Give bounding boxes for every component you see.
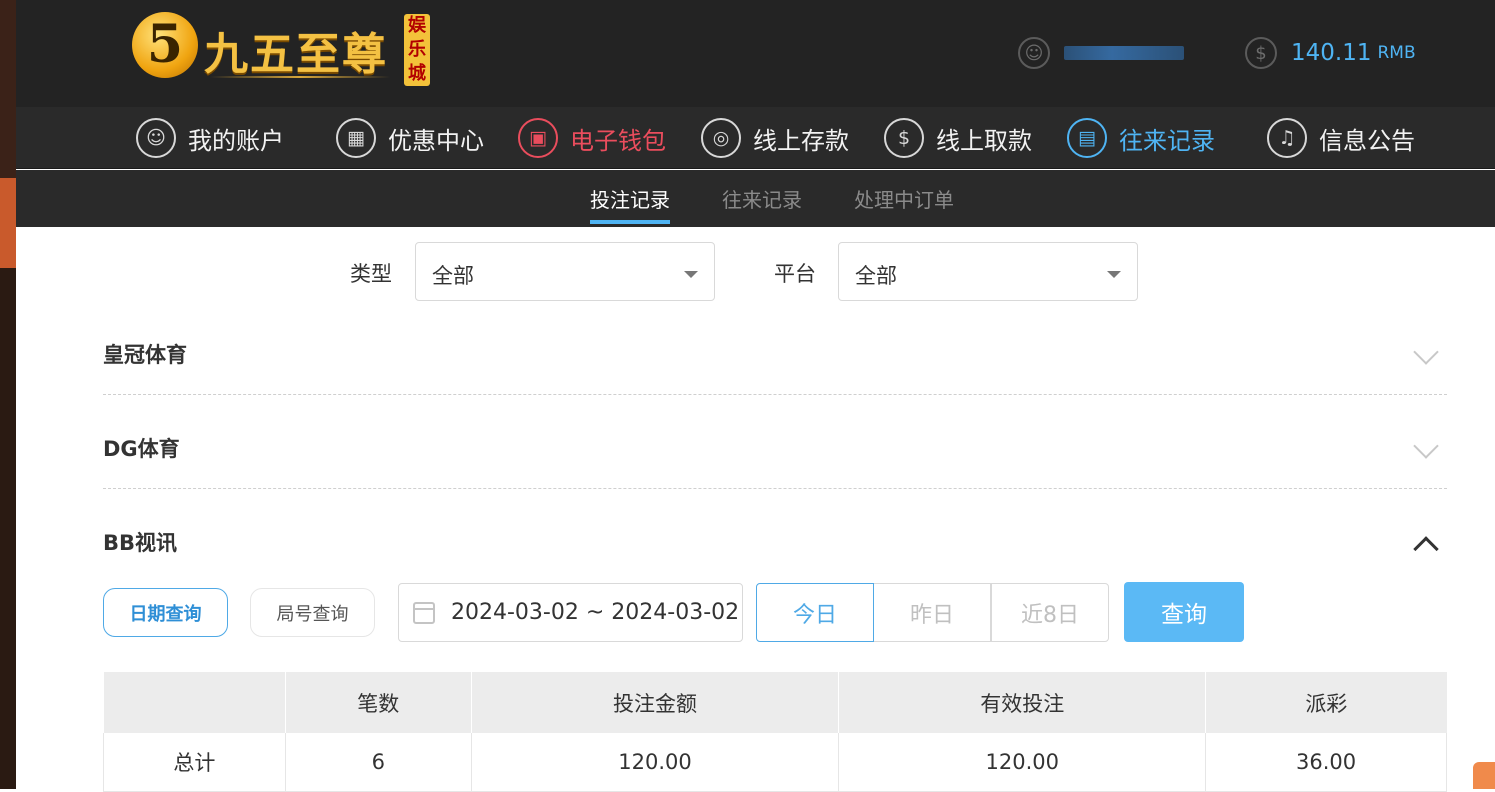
dollar-icon: $ [1245, 37, 1277, 69]
brand-logo[interactable]: 5 九五至尊 娱乐城 [132, 10, 432, 90]
query-by-date-button[interactable]: 日期查询 [103, 588, 228, 637]
balance-info: $ 140.11 RMB [1245, 35, 1416, 71]
accordion-bb-video[interactable]: BB视讯 [103, 489, 1447, 583]
nav-announcements[interactable]: ♫ 信息公告 [1267, 116, 1415, 160]
table-header-row: 笔数 投注金额 有效投注 派彩 [103, 672, 1447, 733]
nav-label: 电子钱包 [570, 126, 666, 155]
query-submit-button[interactable]: 查询 [1124, 582, 1244, 642]
sub-nav: 投注记录 往来记录 处理中订单 [16, 170, 1495, 227]
today-button[interactable]: 今日 [756, 583, 874, 642]
caret-down-icon [1107, 271, 1121, 278]
user-icon: ☺ [1018, 37, 1050, 69]
nav-label: 往来记录 [1119, 126, 1215, 155]
tab-bet-records[interactable]: 投注记录 [590, 184, 670, 224]
table-row: 总计 6 120.00 120.00 36.00 [103, 733, 1447, 792]
floating-widget[interactable] [1473, 762, 1495, 789]
nav-label: 线上取款 [936, 126, 1032, 155]
table-cell: 36.00 [1205, 733, 1447, 792]
chevron-down-icon[interactable] [1413, 433, 1439, 459]
accordion-crown-sports[interactable]: 皇冠体育 [103, 301, 1447, 395]
query-by-round-button[interactable]: 局号查询 [250, 588, 375, 637]
wallet-icon: ▣ [518, 118, 558, 158]
type-select-value: 全部 [432, 264, 474, 288]
column-header: 投注金额 [471, 672, 840, 733]
bell-icon: ♫ [1267, 118, 1307, 158]
column-header: 派彩 [1205, 672, 1447, 733]
nav-label: 信息公告 [1319, 126, 1415, 155]
brand-badge: 娱乐城 [404, 14, 430, 86]
nav-deposit[interactable]: ◎ 线上存款 [701, 116, 849, 160]
nav-my-account[interactable]: ☺ 我的账户 [136, 116, 284, 160]
accordion-title: 皇冠体育 [103, 343, 187, 367]
table-cell: 120.00 [838, 733, 1207, 792]
username-blurred [1064, 46, 1184, 60]
nav-withdraw[interactable]: $ 线上取款 [884, 116, 1032, 160]
accordion-title: DG体育 [103, 437, 180, 461]
column-header: 有效投注 [838, 672, 1207, 733]
left-window-edge [0, 0, 16, 789]
brand-name: 九五至尊 [204, 29, 388, 80]
top-bar: 5 九五至尊 娱乐城 ☺ $ 140.11 RMB [16, 0, 1495, 107]
nav-label: 我的账户 [188, 126, 284, 155]
user-icon: ☺ [136, 118, 176, 158]
column-header: 笔数 [285, 672, 472, 733]
logo-divider [210, 76, 390, 78]
column-header [103, 672, 286, 733]
nav-e-wallet[interactable]: ▣ 电子钱包 [518, 116, 666, 160]
nav-records[interactable]: ▤ 往来记录 [1067, 116, 1215, 160]
platform-label: 平台 [774, 262, 816, 286]
logo-emblem: 5 [132, 12, 198, 78]
calendar-icon [413, 602, 435, 624]
chevron-up-icon[interactable] [1413, 536, 1439, 562]
accordion-title: BB视讯 [103, 531, 178, 555]
tab-pending-orders[interactable]: 处理中订单 [854, 184, 954, 213]
summary-table: 笔数 投注金额 有效投注 派彩 总计 6 120.00 120.00 36.00 [103, 672, 1447, 792]
yesterday-button[interactable]: 昨日 [873, 583, 991, 642]
balance-amount: 140.11 [1291, 40, 1372, 66]
nav-promotions[interactable]: ▦ 优惠中心 [336, 116, 484, 160]
platform-select-value: 全部 [855, 264, 897, 288]
main-nav: ☺ 我的账户 ▦ 优惠中心 ▣ 电子钱包 ◎ 线上存款 $ 线上取款 ▤ 往来记… [16, 107, 1495, 169]
withdraw-icon: $ [884, 118, 924, 158]
accordion-dg-sports[interactable]: DG体育 [103, 395, 1447, 489]
type-label: 类型 [350, 262, 392, 286]
date-range-picker[interactable]: 2024-03-02 ~ 2024-03-02 [398, 583, 743, 642]
tab-transaction-records[interactable]: 往来记录 [722, 184, 802, 213]
caret-down-icon [684, 271, 698, 278]
active-tab-indicator [590, 220, 670, 224]
records-icon: ▤ [1067, 118, 1107, 158]
type-select[interactable]: 全部 [415, 242, 715, 301]
page: 5 九五至尊 娱乐城 ☺ $ 140.11 RMB ☺ 我的账户 ▦ 优惠中心 … [16, 0, 1495, 792]
nav-label: 线上存款 [753, 126, 849, 155]
date-range-value: 2024-03-02 ~ 2024-03-02 [451, 600, 740, 625]
table-cell: 120.00 [471, 733, 840, 792]
table-cell: 总计 [103, 733, 286, 792]
last-8-days-button[interactable]: 近8日 [991, 583, 1109, 642]
chevron-down-icon[interactable] [1413, 339, 1439, 365]
platform-select[interactable]: 全部 [838, 242, 1138, 301]
user-info[interactable]: ☺ [1018, 35, 1184, 71]
gift-icon: ▦ [336, 118, 376, 158]
table-cell: 6 [285, 733, 472, 792]
deposit-icon: ◎ [701, 118, 741, 158]
nav-label: 优惠中心 [388, 126, 484, 155]
balance-currency: RMB [1377, 43, 1416, 63]
